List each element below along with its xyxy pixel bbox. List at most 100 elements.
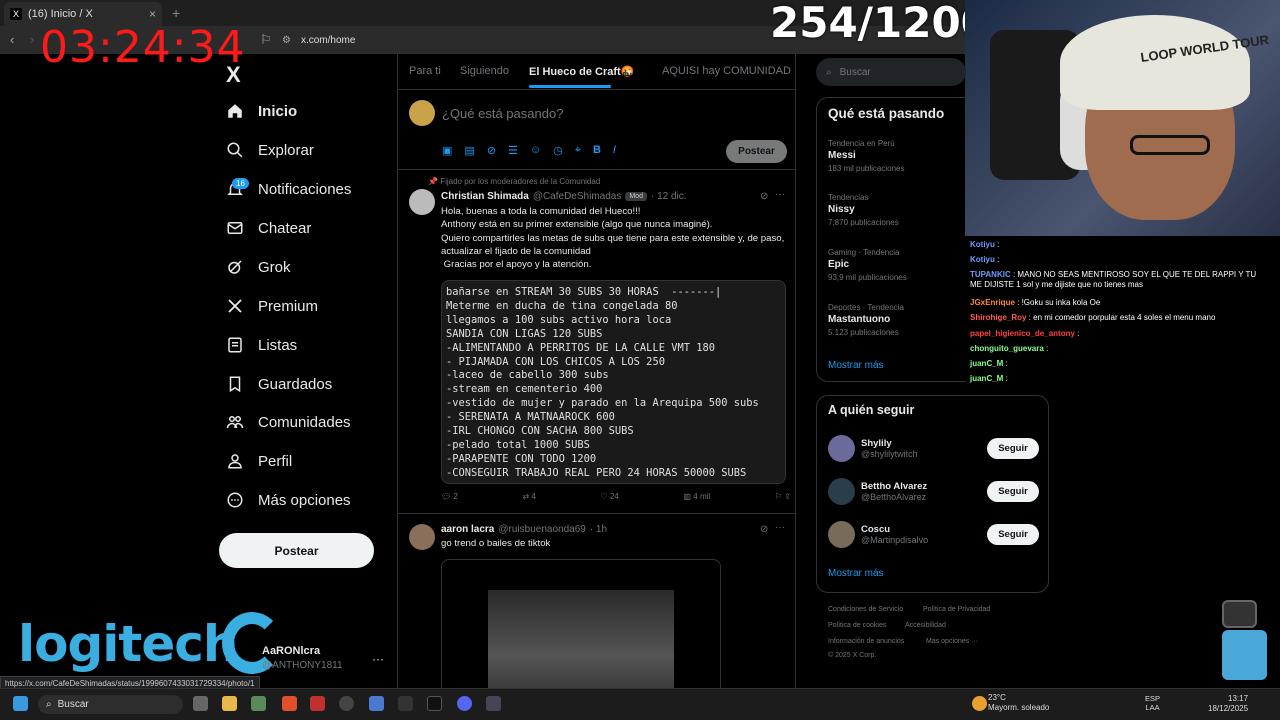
tab-community-2[interactable]: AQUISI hay COMUNIDAD [662, 65, 791, 77]
chat-username[interactable]: JGxEnrique [970, 298, 1015, 307]
location-icon[interactable]: ⌖ [575, 144, 581, 157]
x-logo-icon[interactable]: X [226, 62, 241, 88]
more-options-icon[interactable]: ··· [775, 522, 785, 533]
nav-chat[interactable]: Chatear [226, 219, 311, 237]
nav-lists[interactable]: Listas [226, 336, 297, 354]
file-explorer-icon[interactable] [222, 696, 237, 711]
task-view-icon[interactable] [193, 696, 208, 711]
url-field[interactable]: ⚙ x.com/home [282, 30, 772, 50]
schedule-icon[interactable]: ◷ [553, 144, 563, 157]
compose-post-button[interactable]: Postear [726, 140, 787, 163]
emoji-icon[interactable]: ☺ [530, 144, 541, 157]
bookmark-page-icon[interactable]: ⚐ [260, 32, 272, 48]
obs-icon[interactable] [310, 696, 325, 711]
follow-suggestion[interactable]: Bettho Alvarez @BetthoAlvarez [828, 478, 927, 505]
show-more-follow-link[interactable]: Mostrar más [828, 568, 884, 579]
nav-grok[interactable]: Grok [226, 258, 291, 276]
weather-widget[interactable]: 23°C Mayorm. soleado [988, 693, 1049, 713]
tab-para-ti[interactable]: Para ti [409, 65, 441, 77]
reply-button[interactable]: 💬︎ 2 [441, 492, 458, 501]
follow-suggestion[interactable]: Coscu @Martinpdisalvo [828, 521, 928, 548]
footer-link[interactable]: Información de anuncios [828, 638, 904, 645]
chat-username[interactable]: Kotiyu [970, 255, 995, 264]
footer-link[interactable]: Más opciones ··· [926, 638, 978, 645]
calculator-icon[interactable] [486, 696, 501, 711]
post-time[interactable]: · 12 dic. [651, 191, 687, 202]
post-image[interactable]: bañarse en STREAM 30 SUBS 30 HORAS -----… [441, 280, 786, 484]
profile-name[interactable]: AaRONlcra [262, 645, 320, 657]
post-time[interactable]: · 1h [590, 524, 607, 535]
repost-button[interactable]: ⇄ 4 [523, 492, 536, 501]
app-icon[interactable] [339, 696, 354, 711]
sidebar-post-button[interactable]: Postear [219, 533, 374, 568]
italic-icon[interactable]: I [613, 144, 616, 157]
post-author-name[interactable]: aaron lacra [441, 524, 494, 535]
chat-username[interactable]: papel_higienico_de_antony [970, 329, 1075, 338]
footer-link[interactable]: Accesibilidad [905, 622, 946, 629]
discord-icon[interactable] [457, 696, 472, 711]
chat-username[interactable]: TUPANKIC [970, 270, 1011, 279]
trend-item[interactable]: Tendencias Nissy 7.870 publicaciones [828, 193, 899, 227]
grok-compose-icon[interactable]: ⊘ [487, 144, 496, 157]
chat-username[interactable]: Kotiyu [970, 240, 995, 249]
nav-premium[interactable]: Premium [226, 297, 318, 315]
chat-username[interactable]: chonguito_guevara [970, 344, 1044, 353]
brave-icon[interactable] [282, 696, 297, 711]
notepad-icon[interactable] [369, 696, 384, 711]
avatar[interactable] [409, 189, 435, 215]
nav-communities[interactable]: Comunidades [226, 413, 351, 431]
account-menu-icon[interactable]: ··· [372, 652, 384, 666]
grok-post-icon[interactable]: ⊘ [760, 191, 768, 202]
site-info-icon[interactable]: ⚙ [282, 35, 291, 46]
back-icon[interactable]: ‹ [10, 32, 14, 47]
trend-item[interactable]: Tendencia en Perú Messi 183 mil publicacio… [828, 139, 905, 173]
trend-item[interactable]: Gaming · Tendencia Epic 93,9 mil publicaci… [828, 248, 907, 282]
post-author-name[interactable]: Christian Shimada [441, 191, 529, 202]
grok-post-icon[interactable]: ⊘ [760, 524, 768, 535]
follow-button[interactable]: Seguir [987, 481, 1039, 502]
avatar[interactable] [409, 524, 435, 550]
post-author-handle[interactable]: @ruisbuenaonda69 [498, 524, 585, 535]
windows-start-icon[interactable] [13, 696, 28, 711]
post-video[interactable] [441, 559, 721, 688]
system-clock[interactable]: 13:17 18/12/2025 [1208, 694, 1248, 714]
close-tab-icon[interactable]: × [149, 7, 156, 21]
footer-link[interactable]: Condiciones de Servicio [828, 606, 903, 613]
post-author-handle[interactable]: @CafeDeShimadas [533, 191, 622, 202]
poll-icon[interactable]: ☰ [508, 144, 518, 157]
store-icon[interactable] [251, 696, 266, 711]
tab-siguiendo[interactable]: Siguiendo [460, 65, 509, 77]
views-button[interactable]: ▥ 4 mil [684, 492, 711, 501]
nav-explore[interactable]: Explorar [226, 141, 314, 159]
weather-icon[interactable] [972, 696, 987, 711]
follow-button[interactable]: Seguir [987, 438, 1039, 459]
language-indicator[interactable]: ESP LAA [1145, 694, 1160, 712]
bold-icon[interactable]: B [593, 144, 601, 157]
follow-suggestion[interactable]: Shylily @shylilytwitch [828, 435, 918, 462]
new-tab-icon[interactable]: + [172, 5, 180, 21]
chat-username[interactable]: Shirohige_Roy [970, 313, 1026, 322]
footer-link[interactable]: Política de cookies [828, 622, 886, 629]
footer-link[interactable]: Política de Privacidad [923, 606, 990, 613]
like-button[interactable]: ♡ 24 [601, 492, 619, 501]
compose-input[interactable]: ¿Qué está pasando? [442, 106, 563, 121]
image-icon[interactable]: ▣ [442, 144, 452, 157]
gif-icon[interactable]: ▤ [464, 144, 474, 157]
forward-icon[interactable]: › [30, 32, 34, 47]
show-more-trends-link[interactable]: Mostrar más [828, 360, 884, 371]
x-app-icon[interactable] [427, 696, 442, 711]
bookmark-post-icon[interactable]: ⚐ ⇪ [775, 492, 791, 501]
chat-username[interactable]: juanC_M [970, 359, 1003, 368]
nav-profile[interactable]: Perfil [226, 452, 292, 470]
follow-button[interactable]: Seguir [987, 524, 1039, 545]
search-input[interactable]: ⌕ Buscar [816, 58, 966, 86]
nav-bookmarks[interactable]: Guardados [226, 375, 332, 393]
taskbar-search[interactable]: ⌕ Buscar [38, 695, 183, 714]
nav-home[interactable]: Inicio [226, 102, 297, 120]
trend-item[interactable]: Deportes · Tendencia Mastantuono 5.123 pub… [828, 303, 904, 337]
avatar[interactable] [409, 100, 435, 126]
chat-username[interactable]: juanC_M [970, 374, 1003, 383]
chevron-down-icon[interactable]: ▾ [627, 67, 632, 78]
tab-community[interactable]: El Hueco de Craft🤬 [529, 65, 634, 78]
app-icon[interactable] [398, 696, 413, 711]
